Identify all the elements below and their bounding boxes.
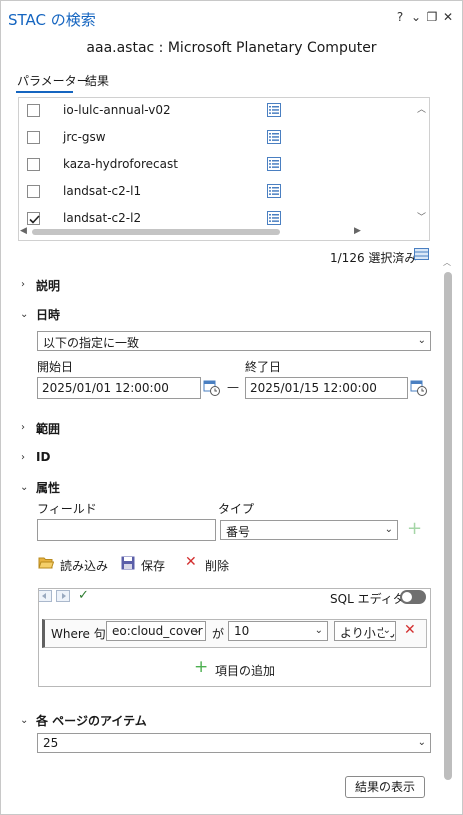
list-item[interactable]: kaza-hydroforecast <box>19 152 415 179</box>
collection-label: kaza-hydroforecast <box>63 157 178 171</box>
options-chevron-icon[interactable]: ⌄ <box>409 10 423 24</box>
add-item-button[interactable]: 項目の追加 <box>215 662 275 679</box>
list-scroll-down-icon[interactable]: ﹀ <box>417 210 426 223</box>
field-label: フィールド <box>37 502 97 516</box>
delete-button[interactable]: 削除 <box>205 557 229 574</box>
show-results-button[interactable]: 結果の表示 <box>345 776 425 798</box>
collection-checkbox[interactable] <box>27 104 40 117</box>
details-list-icon[interactable] <box>267 157 281 171</box>
section-description[interactable]: 説明 <box>36 277 60 294</box>
collection-label: jrc-gsw <box>63 130 106 144</box>
dropdown-chevron-icon: ⌄ <box>192 625 201 636</box>
start-date-label: 開始日 <box>37 360 74 374</box>
add-attribute-icon[interactable]: + <box>407 518 422 539</box>
clause-field-select[interactable]: eo:cloud_cover ⌄ <box>106 621 206 641</box>
collection-label: landsat-c2-l2 <box>63 211 142 225</box>
start-date-field[interactable]: 2025/01/01 12:00:00 <box>37 377 201 399</box>
save-disk-icon[interactable] <box>121 556 135 570</box>
selected-count: 1/126 選択済み <box>330 251 417 265</box>
details-list-icon[interactable] <box>267 211 281 225</box>
dropdown-chevron-icon: ⌄ <box>417 737 426 748</box>
datetime-mode-select[interactable]: 以下の指定に一致 ⌄ <box>37 331 431 351</box>
chevron-down-icon[interactable]: ⌄ <box>20 715 28 726</box>
list-scroll-up-icon[interactable]: ︿ <box>417 102 426 115</box>
list-item[interactable]: jrc-gsw <box>19 125 415 152</box>
tab-parameters[interactable]: パラメーター <box>17 72 89 89</box>
scrollbar-thumb[interactable] <box>444 272 452 780</box>
date-range-separator: — <box>227 380 239 394</box>
section-id[interactable]: ID <box>36 450 50 464</box>
collection-checkbox-checked[interactable] <box>27 212 40 225</box>
help-icon[interactable]: ? <box>393 10 407 24</box>
delete-x-icon[interactable]: ✕ <box>185 554 197 570</box>
selection-table-icon[interactable] <box>414 248 429 260</box>
section-datetime[interactable]: 日時 <box>36 306 60 323</box>
save-button[interactable]: 保存 <box>141 557 165 574</box>
clause-connector: が <box>212 627 225 641</box>
page-items-value: 25 <box>43 736 59 750</box>
remove-clause-icon[interactable]: ✕ <box>404 622 416 638</box>
collection-checkbox[interactable] <box>27 185 40 198</box>
attribute-type-select[interactable]: 番号 ⌄ <box>220 520 398 540</box>
details-list-icon[interactable] <box>267 130 281 144</box>
load-button[interactable]: 読み込み <box>60 557 108 574</box>
section-extent[interactable]: 範囲 <box>36 420 60 437</box>
scroll-up-icon[interactable]: ︿ <box>443 257 451 268</box>
section-page-items[interactable]: 各 ページのアイテム <box>36 712 147 729</box>
clause-value-select[interactable]: 10 ⌄ <box>228 621 328 641</box>
collection-checkbox[interactable] <box>27 158 40 171</box>
where-clause-label: Where 句 <box>51 627 106 641</box>
collection-label: landsat-c2-l1 <box>63 184 142 198</box>
dropdown-chevron-icon: ⌄ <box>314 625 323 636</box>
pane-vertical-scrollbar[interactable]: ︿ <box>443 257 453 790</box>
end-date-field[interactable]: 2025/01/15 12:00:00 <box>245 377 408 399</box>
attribute-field-input[interactable] <box>37 519 216 541</box>
dropdown-chevron-icon: ⌄ <box>384 524 393 535</box>
list-item[interactable]: io-lulc-annual-v02 <box>19 98 415 125</box>
calendar-clock-icon[interactable] <box>410 379 428 397</box>
pane-title: STAC の検索 <box>8 11 96 29</box>
clause-value: 10 <box>234 624 250 638</box>
add-item-plus-icon[interactable]: + <box>194 657 208 677</box>
details-list-icon[interactable] <box>267 103 281 117</box>
chevron-right-icon[interactable]: › <box>21 452 25 463</box>
connection-title: aaa.astac : Microsoft Planetary Computer <box>86 40 377 56</box>
chevron-down-icon[interactable]: ⌄ <box>20 309 28 320</box>
collection-label: io-lulc-annual-v02 <box>63 103 171 117</box>
attribute-type-value: 番号 <box>226 525 251 539</box>
collections-list: io-lulc-annual-v02 jrc-gsw kaza-hydrofor… <box>18 97 430 241</box>
page-items-select[interactable]: 25 ⌄ <box>37 733 431 753</box>
details-list-icon[interactable] <box>267 184 281 198</box>
scrollbar-thumb[interactable] <box>32 229 280 235</box>
chevron-right-icon[interactable]: › <box>21 279 25 290</box>
clause-field-value: eo:cloud_cover <box>112 624 203 638</box>
section-attributes[interactable]: 属性 <box>36 479 60 496</box>
chevron-right-icon[interactable]: › <box>21 422 25 433</box>
scroll-right-icon[interactable]: ▶ <box>354 226 361 236</box>
dropdown-chevron-icon: ⌄ <box>382 625 391 636</box>
list-horizontal-scrollbar[interactable]: ◀ ▶ <box>18 225 414 239</box>
datetime-mode-value: 以下の指定に一致 <box>43 336 140 350</box>
collection-checkbox[interactable] <box>27 131 40 144</box>
close-icon[interactable]: ✕ <box>441 10 455 24</box>
calendar-clock-icon[interactable] <box>203 379 221 397</box>
list-item[interactable]: landsat-c2-l1 <box>19 179 415 206</box>
end-date-label: 終了日 <box>245 360 282 374</box>
chevron-down-icon[interactable]: ⌄ <box>20 482 28 493</box>
clause-operator-select[interactable]: より小さい ⌄ <box>334 621 396 641</box>
scroll-left-icon[interactable]: ◀ <box>20 226 27 236</box>
tab-results[interactable]: 結果 <box>85 72 109 89</box>
restore-icon[interactable]: ❐ <box>425 10 439 24</box>
active-tab-indicator <box>16 91 73 93</box>
open-folder-icon[interactable] <box>38 556 54 570</box>
dropdown-chevron-icon: ⌄ <box>417 335 426 346</box>
type-label: タイプ <box>218 502 255 516</box>
